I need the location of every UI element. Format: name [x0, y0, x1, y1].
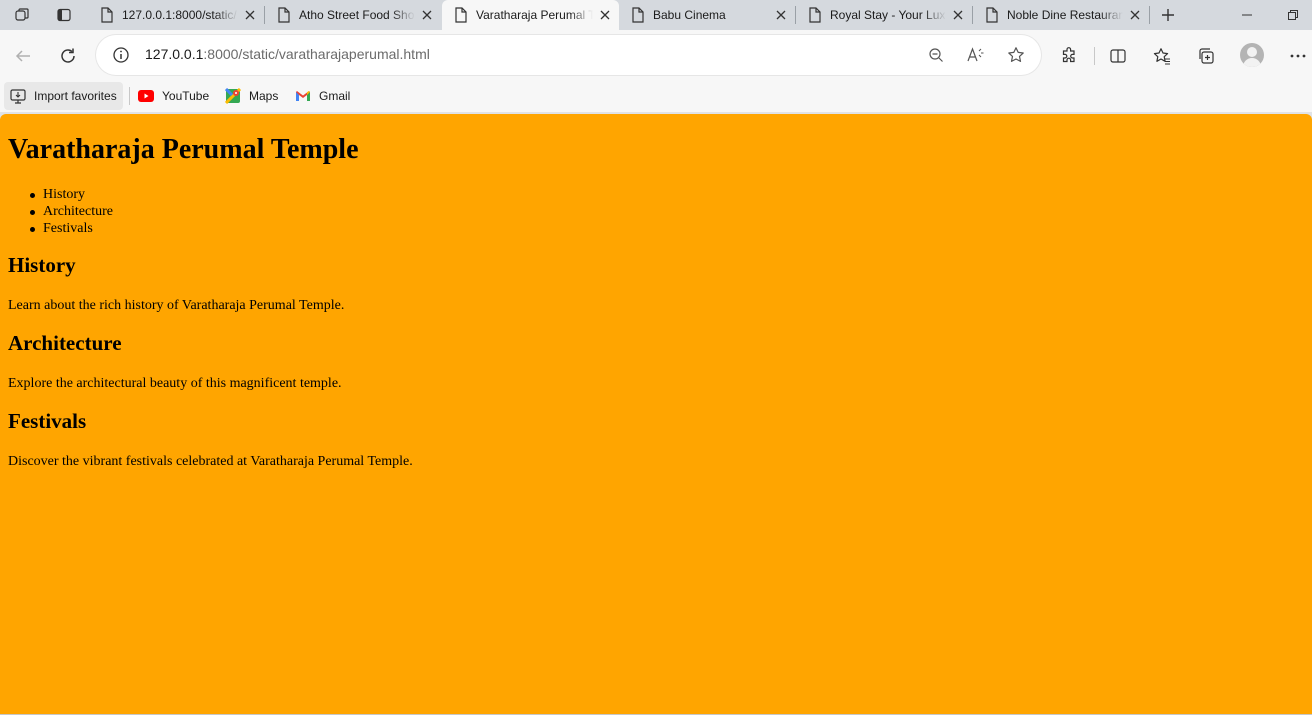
address-bar[interactable]: 127.0.0.1:8000/static/varatharajaperumal…	[96, 35, 1041, 75]
fav-gmail[interactable]: Gmail	[289, 82, 356, 110]
tab-strip: 127.0.0.1:8000/static/ Atho Street Food …	[0, 0, 1312, 30]
more-icon[interactable]	[1283, 41, 1312, 71]
tab-divider	[1149, 6, 1150, 24]
nav-item-history[interactable]: History	[8, 186, 113, 203]
split-screen-icon[interactable]	[1103, 41, 1133, 71]
youtube-icon	[138, 88, 154, 104]
plus-icon[interactable]	[1155, 2, 1181, 28]
read-aloud-icon[interactable]	[964, 43, 988, 67]
fav-label: Import favorites	[34, 89, 117, 103]
profile-head	[1247, 47, 1257, 57]
workspaces-icon[interactable]	[8, 3, 36, 27]
fav-label: Gmail	[319, 89, 351, 103]
minimize-icon[interactable]	[1224, 0, 1270, 30]
page-icon	[809, 7, 821, 23]
toolbar-divider	[1094, 47, 1095, 65]
profile-body	[1243, 58, 1261, 67]
maps-icon	[225, 88, 241, 104]
close-icon[interactable]	[415, 3, 439, 27]
collections-icon[interactable]	[1191, 41, 1221, 71]
nav-link[interactable]: History	[43, 187, 85, 202]
nav-link[interactable]: Architecture	[43, 204, 113, 219]
page-icon	[278, 7, 290, 23]
page-icon	[632, 7, 644, 23]
url-path: :8000/static/varatharajaperumal.html	[203, 46, 430, 62]
nav-item-architecture[interactable]: Architecture	[8, 203, 113, 220]
gmail-icon	[295, 88, 311, 104]
restore-icon[interactable]	[1270, 0, 1312, 30]
tab-actions-icon[interactable]	[50, 3, 78, 27]
url-host: 127.0.0.1	[145, 46, 204, 62]
page-icon	[986, 7, 998, 23]
nav-link[interactable]: Festivals	[43, 221, 93, 236]
tab-title: Babu Cinema	[653, 8, 726, 22]
fav-maps[interactable]: Maps	[219, 82, 284, 110]
refresh-icon[interactable]	[53, 41, 83, 71]
tab-5[interactable]: Royal Stay - Your Luxu	[796, 2, 972, 28]
tab-title: Atho Street Food Sho	[299, 8, 415, 22]
tab-title: 127.0.0.1:8000/static/	[122, 8, 237, 22]
section-heading-architecture: Architecture	[8, 331, 122, 355]
tab-1[interactable]: 127.0.0.1:8000/static/	[88, 2, 264, 28]
page-nav: History Architecture Festivals	[8, 186, 113, 237]
extensions-icon[interactable]	[1054, 41, 1084, 71]
profile-icon[interactable]	[1240, 43, 1264, 67]
section-heading-history: History	[8, 253, 76, 277]
favorites-icon[interactable]	[1147, 41, 1177, 71]
favorites-divider	[129, 87, 130, 105]
page-viewport: Varatharaja Perumal Temple History Archi…	[0, 114, 1312, 714]
tab-3-active[interactable]: Varatharaja Perumal T	[442, 0, 619, 30]
tab-title: Varatharaja Perumal T	[476, 8, 593, 22]
tab-title: Royal Stay - Your Luxu	[830, 8, 946, 22]
section-text-architecture: Explore the architectural beauty of this…	[8, 376, 342, 391]
page-title: Varatharaja Perumal Temple	[8, 134, 359, 165]
tab-4[interactable]: Babu Cinema	[619, 2, 795, 28]
url-text[interactable]: 127.0.0.1:8000/static/varatharajaperumal…	[145, 46, 430, 62]
zoom-out-icon[interactable]	[924, 43, 948, 67]
fav-label: Maps	[249, 89, 279, 103]
section-text-festivals: Discover the vibrant festivals celebrate…	[8, 454, 413, 469]
import-favorites-icon	[10, 88, 26, 104]
tab-6[interactable]: Noble Dine Restaurant	[973, 2, 1149, 28]
star-icon[interactable]	[1004, 43, 1028, 67]
fav-label: YouTube	[162, 89, 210, 103]
close-icon[interactable]	[1123, 3, 1147, 27]
section-text-history: Learn about the rich history of Varathar…	[8, 298, 345, 313]
section-heading-festivals: Festivals	[8, 409, 87, 433]
close-icon[interactable]	[769, 3, 793, 27]
close-icon[interactable]	[946, 3, 970, 27]
close-icon[interactable]	[593, 3, 617, 27]
tab-title: Noble Dine Restaurant	[1007, 8, 1123, 22]
fav-youtube[interactable]: YouTube	[132, 82, 215, 110]
nav-item-festivals[interactable]: Festivals	[8, 220, 113, 237]
fav-import-favorites[interactable]: Import favorites	[4, 82, 123, 110]
close-icon[interactable]	[238, 3, 262, 27]
info-icon[interactable]	[112, 46, 130, 69]
favorites-bar: Import favorites YouTube Maps Gmail	[0, 80, 1312, 113]
page-icon	[455, 7, 467, 23]
toolbar: 127.0.0.1:8000/static/varatharajaperumal…	[0, 30, 1312, 80]
tab-2[interactable]: Atho Street Food Sho	[265, 2, 441, 28]
back-arrow-icon[interactable]	[8, 41, 38, 71]
page-icon	[101, 7, 113, 23]
